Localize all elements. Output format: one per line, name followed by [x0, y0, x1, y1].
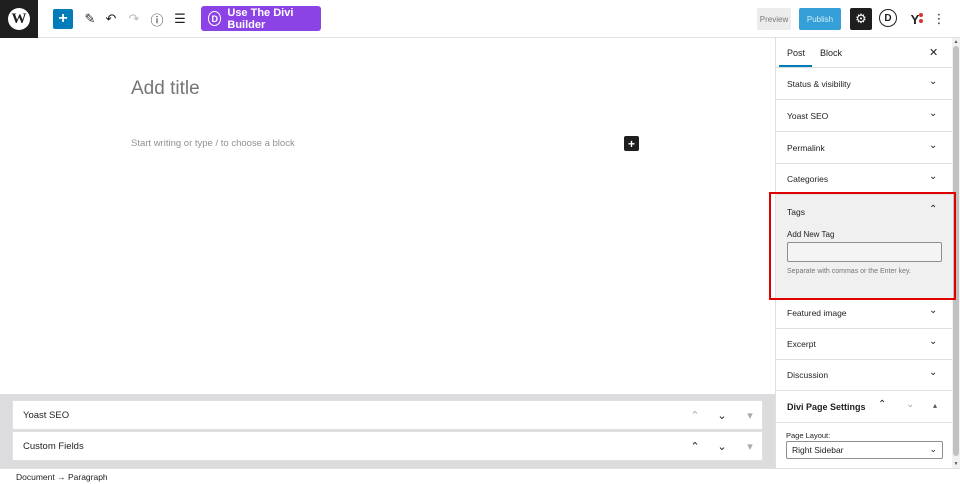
scroll-up-icon[interactable]: ▲ — [952, 38, 960, 46]
toggle-panel-icon[interactable]: ▴ — [933, 401, 937, 410]
paragraph-block-placeholder[interactable]: Start writing or type / to choose a bloc… — [131, 138, 295, 149]
panel-excerpt[interactable]: Excerpt ⌄ — [776, 328, 953, 360]
editor-footer: Document → Paragraph — [0, 468, 960, 484]
chevron-down-icon: ⌄ — [929, 336, 938, 347]
page-layout-label: Page Layout: — [786, 431, 831, 440]
panel-permalink[interactable]: Permalink ⌄ — [776, 132, 953, 164]
move-down-icon[interactable]: ⌄ — [714, 406, 730, 424]
metaboxes-area: Yoast SEO ⌃ ⌄ ▾ Custom Fields ⌃ ⌄ ▾ — [0, 394, 775, 468]
toggle-panel-icon[interactable]: ▾ — [742, 437, 758, 455]
settings-gear-icon[interactable]: ⚙ — [850, 8, 872, 30]
metabox-custom-fields[interactable]: Custom Fields ⌃ ⌄ ▾ — [12, 431, 763, 461]
page-layout-select[interactable]: Right Sidebar ⌄ — [786, 441, 943, 459]
scroll-down-icon[interactable]: ▼ — [952, 460, 960, 468]
yoast-status-dots — [919, 13, 924, 25]
panel-title: Yoast SEO — [787, 111, 829, 121]
chevron-down-icon: ⌄ — [929, 76, 938, 87]
chevron-down-icon: ⌄ — [929, 444, 937, 454]
sidebar-scrollbar[interactable]: ▲ ▼ — [952, 38, 960, 468]
use-divi-builder-button[interactable]: D Use The Divi Builder — [201, 6, 321, 31]
publish-button[interactable]: Publish — [799, 8, 841, 30]
chevron-down-icon: ⌄ — [929, 367, 938, 378]
tab-post[interactable]: Post — [787, 48, 805, 58]
undo-icon[interactable]: ↶ — [101, 9, 121, 29]
add-new-tag-input[interactable] — [787, 242, 942, 262]
post-title-input[interactable]: Add title — [131, 78, 200, 100]
wordpress-logo-button[interactable]: W — [0, 0, 38, 38]
metabox-title: Custom Fields — [23, 441, 84, 452]
chevron-down-icon: ⌄ — [929, 108, 938, 119]
panel-title: Status & visibility — [787, 79, 851, 89]
panel-status-visibility[interactable]: Status & visibility ⌄ — [776, 68, 953, 100]
add-block-button[interactable]: + — [53, 9, 73, 29]
wordpress-block-editor: W + ✎ ↶ ↷ ⓘ ☰ D Use The Divi Builder Pre… — [0, 0, 960, 484]
chevron-down-icon: ⌄ — [929, 171, 938, 182]
move-up-icon[interactable]: ⌃ — [687, 437, 703, 455]
scroll-thumb[interactable] — [953, 46, 959, 456]
toggle-panel-icon[interactable]: ▾ — [742, 406, 758, 424]
add-new-tag-label: Add New Tag — [787, 230, 835, 239]
tab-block[interactable]: Block — [820, 48, 842, 58]
divi-settings-icon[interactable]: D — [879, 9, 897, 27]
move-up-icon[interactable]: ⌃ — [687, 406, 703, 424]
settings-sidebar: Post Block ✕ Status & visibility ⌄ Yoast… — [775, 38, 953, 468]
page-layout-value: Right Sidebar — [792, 445, 844, 455]
panel-divi-page-settings: Divi Page Settings ⌃ ⌄ ▴ — [776, 391, 953, 423]
inline-block-inserter-button[interactable]: + — [624, 136, 639, 151]
chevron-up-icon[interactable]: ⌃ — [929, 204, 937, 215]
panel-title: Permalink — [787, 143, 825, 153]
move-up-icon[interactable]: ⌃ — [878, 399, 886, 410]
active-tab-indicator — [779, 65, 812, 67]
sidebar-tabs: Post Block ✕ — [776, 38, 953, 68]
panel-discussion[interactable]: Discussion ⌄ — [776, 359, 953, 391]
panel-title: Categories — [787, 174, 829, 184]
divi-builder-label: Use The Divi Builder — [227, 6, 294, 31]
panel-yoast-seo[interactable]: Yoast SEO ⌄ — [776, 100, 953, 132]
chevron-down-icon: ⌄ — [929, 140, 938, 151]
panel-featured-image[interactable]: Featured image ⌄ — [776, 297, 953, 329]
block-breadcrumb[interactable]: Document → Paragraph — [16, 472, 108, 482]
preview-button[interactable]: Preview — [757, 8, 791, 30]
panel-categories[interactable]: Categories ⌄ — [776, 163, 953, 195]
outline-icon[interactable]: ☰ — [170, 9, 190, 29]
top-toolbar: W + ✎ ↶ ↷ ⓘ ☰ D Use The Divi Builder Pre… — [0, 0, 960, 38]
chevron-down-icon: ⌄ — [929, 305, 938, 316]
panel-title[interactable]: Divi Page Settings — [787, 402, 866, 412]
panel-tags: Tags ⌃ Add New Tag Separate with commas … — [776, 195, 953, 299]
move-down-icon[interactable]: ⌄ — [906, 399, 914, 410]
divi-logo-icon: D — [208, 11, 222, 26]
panel-title: Excerpt — [787, 339, 816, 349]
panel-title: Discussion — [787, 370, 829, 380]
edit-tools-icon[interactable]: ✎ — [80, 9, 100, 29]
close-icon[interactable]: ✕ — [929, 46, 938, 59]
redo-icon[interactable]: ↷ — [124, 9, 144, 29]
wordpress-logo-icon: W — [8, 8, 30, 30]
metabox-title: Yoast SEO — [23, 410, 70, 421]
editor-canvas: Add title Start writing or type / to cho… — [0, 38, 775, 394]
info-icon[interactable]: ⓘ — [147, 9, 167, 29]
panel-title: Featured image — [787, 308, 847, 318]
metabox-yoast-seo[interactable]: Yoast SEO ⌃ ⌄ ▾ — [12, 400, 763, 430]
tags-help-text: Separate with commas or the Enter key. — [787, 268, 911, 275]
more-options-icon[interactable]: ⋮ — [933, 9, 946, 29]
panel-title[interactable]: Tags — [787, 207, 805, 217]
move-down-icon[interactable]: ⌄ — [714, 437, 730, 455]
